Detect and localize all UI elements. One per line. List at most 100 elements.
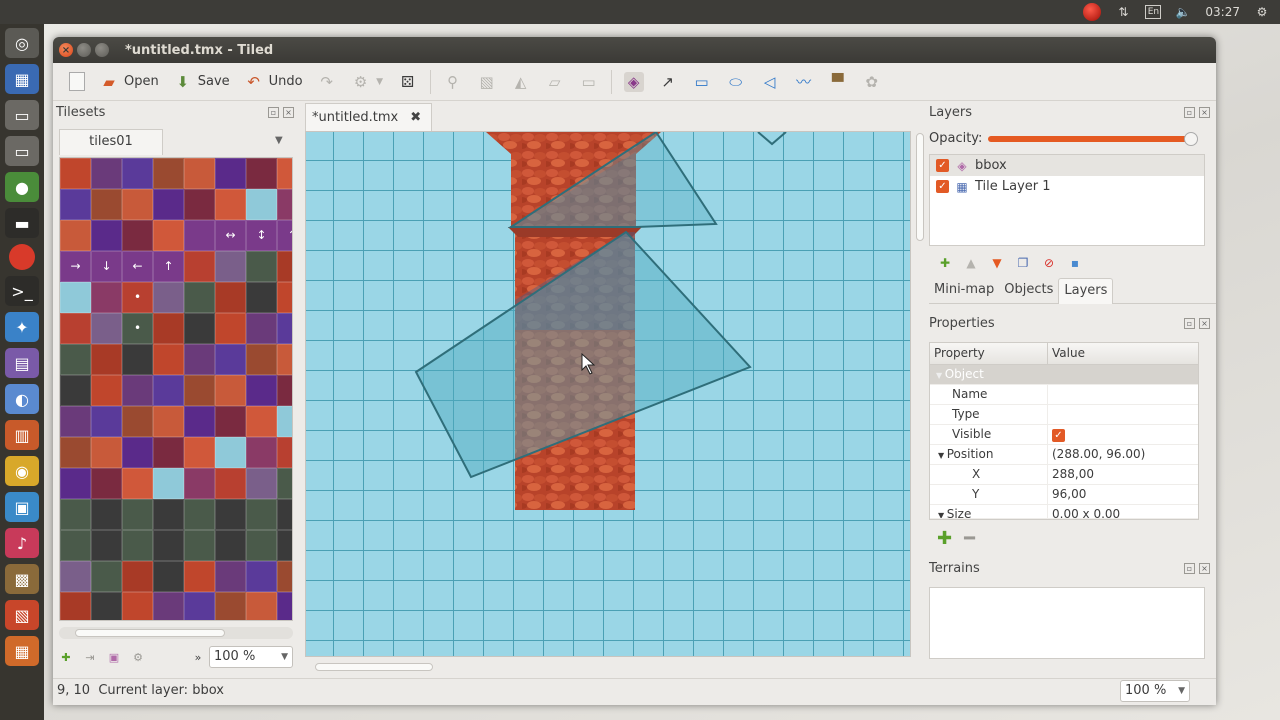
property-row-y[interactable]: Y 96,00 [930,485,1198,505]
remove-property-icon[interactable]: ━ [964,528,975,549]
tileset-tile[interactable] [91,468,122,499]
tileset-tile[interactable] [60,406,91,437]
insert-rectangle-button[interactable]: ▭ [686,67,718,97]
tileset-tile[interactable] [277,592,292,620]
tileset-tile[interactable] [277,437,292,468]
remove-layer-icon[interactable]: ⊘ [1041,255,1057,271]
property-row-size[interactable]: ▼ Size 0.00 x 0.00 [930,505,1198,519]
tileset-tile[interactable] [153,189,184,220]
tileset-tile[interactable] [215,344,246,375]
float-panel-icon[interactable]: ▫ [1184,562,1195,574]
tileset-tile[interactable] [246,530,277,561]
tileset-tile[interactable] [184,282,215,313]
tileset-tile[interactable] [60,220,91,251]
tileset-tile[interactable] [277,406,292,437]
rect-select-button[interactable]: ▭ [573,67,605,97]
tileset-tile[interactable]: • [122,282,153,313]
duplicate-layer-icon[interactable]: ❐ [1015,255,1031,271]
game-app-icon[interactable]: ▩ [5,564,39,594]
layer-properties-icon[interactable]: ▪ [1067,255,1083,271]
tool-app-icon[interactable]: ▧ [5,600,39,630]
console-icon[interactable]: >_ [5,276,39,306]
tileset-tile[interactable] [122,220,153,251]
update-indicator-icon[interactable] [1083,3,1102,21]
save-button[interactable]: ⬇ Save [167,67,236,97]
tileset-tile[interactable] [246,344,277,375]
map-zoom-select[interactable]: 100 % ▼ [1120,680,1190,702]
tileset-tile[interactable] [91,437,122,468]
terrain-brush-button[interactable]: ▧ [471,67,503,97]
tileset-tile[interactable] [122,561,153,592]
tileset-tile[interactable] [153,344,184,375]
tileset-tile[interactable] [184,158,215,189]
tileset-tile[interactable] [153,375,184,406]
layer-row-bbox[interactable]: ✓ ◈ bbox [930,155,1204,176]
property-row-name[interactable]: Name [930,385,1198,405]
tileset-tile[interactable] [91,592,122,620]
tileset-tile[interactable]: • [122,313,153,344]
tileset-tile[interactable] [246,437,277,468]
tileset-horizontal-scrollbar[interactable] [59,627,293,639]
tileset-tile[interactable] [153,499,184,530]
tileset-tile[interactable] [246,592,277,620]
new-button[interactable] [63,67,91,97]
tileset-tile[interactable]: ↔ [215,220,246,251]
tileset-tile[interactable] [60,313,91,344]
tileset-tile[interactable] [122,406,153,437]
tileset-tile[interactable] [246,561,277,592]
raise-layer-icon[interactable]: ▲ [963,255,979,271]
tileset-tile[interactable] [184,468,215,499]
tileset-tile[interactable] [153,158,184,189]
close-panel-icon[interactable]: × [1199,317,1210,329]
close-tab-icon[interactable]: ✖ [410,110,421,125]
window-close-button[interactable]: × [59,43,73,57]
layer-visibility-checkbox[interactable]: ✓ [936,180,949,193]
network-icon[interactable]: ⇅ [1115,4,1131,20]
tileset-tile[interactable] [184,592,215,620]
tileset-tile[interactable] [122,375,153,406]
scroll-thumb[interactable] [75,629,225,637]
tileset-tile[interactable] [122,158,153,189]
add-property-icon[interactable]: ✚ [937,528,952,549]
select-objects-button[interactable]: ◈ [618,67,650,97]
tileset-tile[interactable] [153,220,184,251]
tileset-tile[interactable] [184,189,215,220]
archive-app-icon[interactable]: ▥ [5,420,39,450]
tileset-tile[interactable] [184,437,215,468]
files-icon[interactable]: ▭ [5,100,39,130]
tileset-view[interactable]: ↔↕↑→↓←↑•• [59,157,293,621]
tileset-tile[interactable]: ← [122,251,153,282]
tileset-tile[interactable] [184,406,215,437]
map-canvas[interactable] [305,131,911,657]
property-value[interactable]: 288,00 [1048,465,1198,484]
tileset-tile[interactable] [60,530,91,561]
tileset-tile[interactable] [215,406,246,437]
map-drawing[interactable] [306,132,911,657]
tileset-tile[interactable] [246,499,277,530]
window-minimize-button[interactable] [77,43,91,57]
tileset-tile[interactable] [60,344,91,375]
dash-icon[interactable]: ◎ [5,28,39,58]
map-vertical-scrollbar[interactable] [915,131,925,657]
window-maximize-button[interactable] [95,43,109,57]
settings-gear-icon[interactable]: ⚙ [1254,4,1270,20]
top-chevron-object[interactable] [757,132,787,146]
tileset-tile[interactable] [122,468,153,499]
volume-icon[interactable]: 🔈 [1175,4,1191,20]
tileset-tile[interactable] [215,375,246,406]
tileset-tile[interactable] [91,499,122,530]
property-value[interactable]: 96,00 [1048,485,1198,504]
tileset-tile[interactable] [277,375,292,406]
terrains-list[interactable] [929,587,1205,659]
layer-visibility-checkbox[interactable]: ✓ [936,159,949,172]
tileset-tile[interactable] [153,437,184,468]
add-layer-icon[interactable]: ✚ [937,255,953,271]
more-icon[interactable]: » [191,650,205,664]
float-panel-icon[interactable]: ▫ [1184,106,1195,118]
record-app-icon[interactable] [9,244,35,270]
tileset-tile[interactable] [60,282,91,313]
chrome-browser-icon[interactable]: ● [5,172,39,202]
tileset-tile[interactable] [91,313,122,344]
tileset-tile[interactable] [122,499,153,530]
tileset-tile[interactable] [184,375,215,406]
